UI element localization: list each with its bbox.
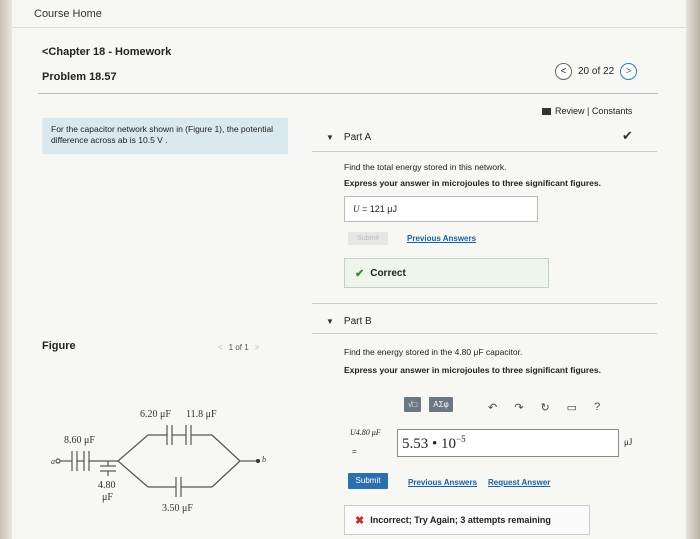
incorrect-text: Incorrect; Try Again; 3 attempts remaini… xyxy=(370,515,551,525)
part-a-title: Part A xyxy=(343,132,372,143)
problem-pager: < 20 of 22 > xyxy=(555,62,638,80)
course-home-link[interactable]: Course Home xyxy=(34,8,102,20)
incorrect-feedback: ✖ Incorrect; Try Again; 3 attempts remai… xyxy=(344,505,590,535)
symbols-button[interactable]: AΣφ xyxy=(429,397,453,412)
answer-variable: U xyxy=(353,204,360,214)
part-a-answer: U = 121 μJ xyxy=(344,196,538,222)
chapter-link[interactable]: <Chapter 18 - Homework xyxy=(42,46,171,58)
problem-count: 20 of 22 xyxy=(578,65,615,77)
part-a-question: Find the total energy stored in this net… xyxy=(344,162,507,172)
part-b-header[interactable]: ▼ Part B xyxy=(326,316,372,327)
correct-feedback: ✔ Correct xyxy=(344,258,549,288)
part-b-question: Find the energy stored in the 4.80 μF ca… xyxy=(344,347,523,357)
answer-mantissa: 5.53 • 10 xyxy=(402,436,457,452)
monitor-bezel-left xyxy=(0,0,12,539)
collapse-triangle-icon: ▼ xyxy=(326,317,334,326)
part-b-previous-answers-link[interactable]: Previous Answers xyxy=(408,478,477,487)
figure-next-button[interactable]: > xyxy=(255,343,260,352)
review-constants-link[interactable]: Review | Constants xyxy=(542,106,632,116)
checkmark-icon: ✔ xyxy=(622,128,633,143)
part-b-instruction: Express your answer in microjoules to th… xyxy=(344,365,601,375)
part-a-header[interactable]: ▼ Part A xyxy=(326,132,371,143)
prev-problem-button[interactable]: < xyxy=(555,62,572,80)
cross-icon: ✖ xyxy=(355,514,365,527)
terminal-a xyxy=(55,458,61,464)
part-a-instruction: Express your answer in microjoules to th… xyxy=(344,178,601,188)
templates-button[interactable]: √□ xyxy=(404,397,422,412)
label-4-80: 4.80 xyxy=(98,480,116,491)
label-a: a xyxy=(51,457,55,466)
terminal-b xyxy=(256,459,260,463)
keyboard-icon[interactable]: ▭ xyxy=(567,401,577,414)
part-b-answer-input[interactable]: 5.53 • 10−5 xyxy=(397,429,619,457)
screen: Course Home <Chapter 18 - Homework Probl… xyxy=(0,0,700,539)
label-b: b xyxy=(262,455,266,464)
part-a-submit-button: Submit xyxy=(348,232,388,245)
toolbar-icons: ↶ ↷ ↻ ▭ ? xyxy=(488,401,600,414)
problem-context: For the capacitor network shown in (Figu… xyxy=(42,118,288,154)
review-icon xyxy=(542,107,551,115)
capacitor-network-diagram: 6.20 μF 11.8 μF 8.60 μF 4.80 μF 3.50 μF … xyxy=(51,409,266,514)
collapse-triangle-icon: ▼ xyxy=(326,133,334,142)
label-8-60-uf: 8.60 μF xyxy=(64,435,95,446)
label-4-80-unit: μF xyxy=(102,492,113,503)
label-11-8-uf: 11.8 μF xyxy=(186,409,217,420)
redo-icon[interactable]: ↷ xyxy=(514,401,523,414)
answer-value: = 121 μJ xyxy=(362,204,397,214)
header-divider xyxy=(38,93,658,94)
part-a-previous-answers-link[interactable]: Previous Answers xyxy=(407,234,476,243)
check-icon: ✔ xyxy=(355,267,365,280)
problem-title: Problem 18.57 xyxy=(42,71,117,83)
reset-icon[interactable]: ↻ xyxy=(540,401,549,414)
answer-unit: μJ xyxy=(624,437,633,447)
figure-prev-button[interactable]: < xyxy=(218,343,223,352)
help-icon[interactable]: ? xyxy=(594,401,600,414)
figure-label: Figure xyxy=(42,340,76,352)
label-3-50-uf: 3.50 μF xyxy=(162,503,193,514)
part-b-divider xyxy=(312,333,657,334)
figure-pager: < 1 of 1 > xyxy=(218,343,259,352)
equals-sign: = xyxy=(352,447,357,456)
next-problem-button[interactable]: > xyxy=(620,62,638,80)
request-answer-link[interactable]: Request Answer xyxy=(488,478,550,487)
top-bar: Course Home xyxy=(12,0,686,28)
figure-count: 1 of 1 xyxy=(228,343,249,352)
answer-exponent: −5 xyxy=(456,434,466,444)
section-divider xyxy=(312,303,657,304)
part-a-divider xyxy=(312,151,657,152)
math-toolbar: √□ AΣφ xyxy=(404,397,453,412)
part-b-title: Part B xyxy=(343,316,372,327)
review-label: Review | Constants xyxy=(555,106,633,116)
part-b-submit-button[interactable]: Submit xyxy=(348,473,388,489)
label-6-20-uf: 6.20 μF xyxy=(140,409,171,420)
monitor-bezel-right xyxy=(686,0,700,539)
undo-icon[interactable]: ↶ xyxy=(488,401,497,414)
correct-text: Correct xyxy=(370,267,406,279)
part-b-answer-label: U4.80 μF xyxy=(350,428,381,437)
